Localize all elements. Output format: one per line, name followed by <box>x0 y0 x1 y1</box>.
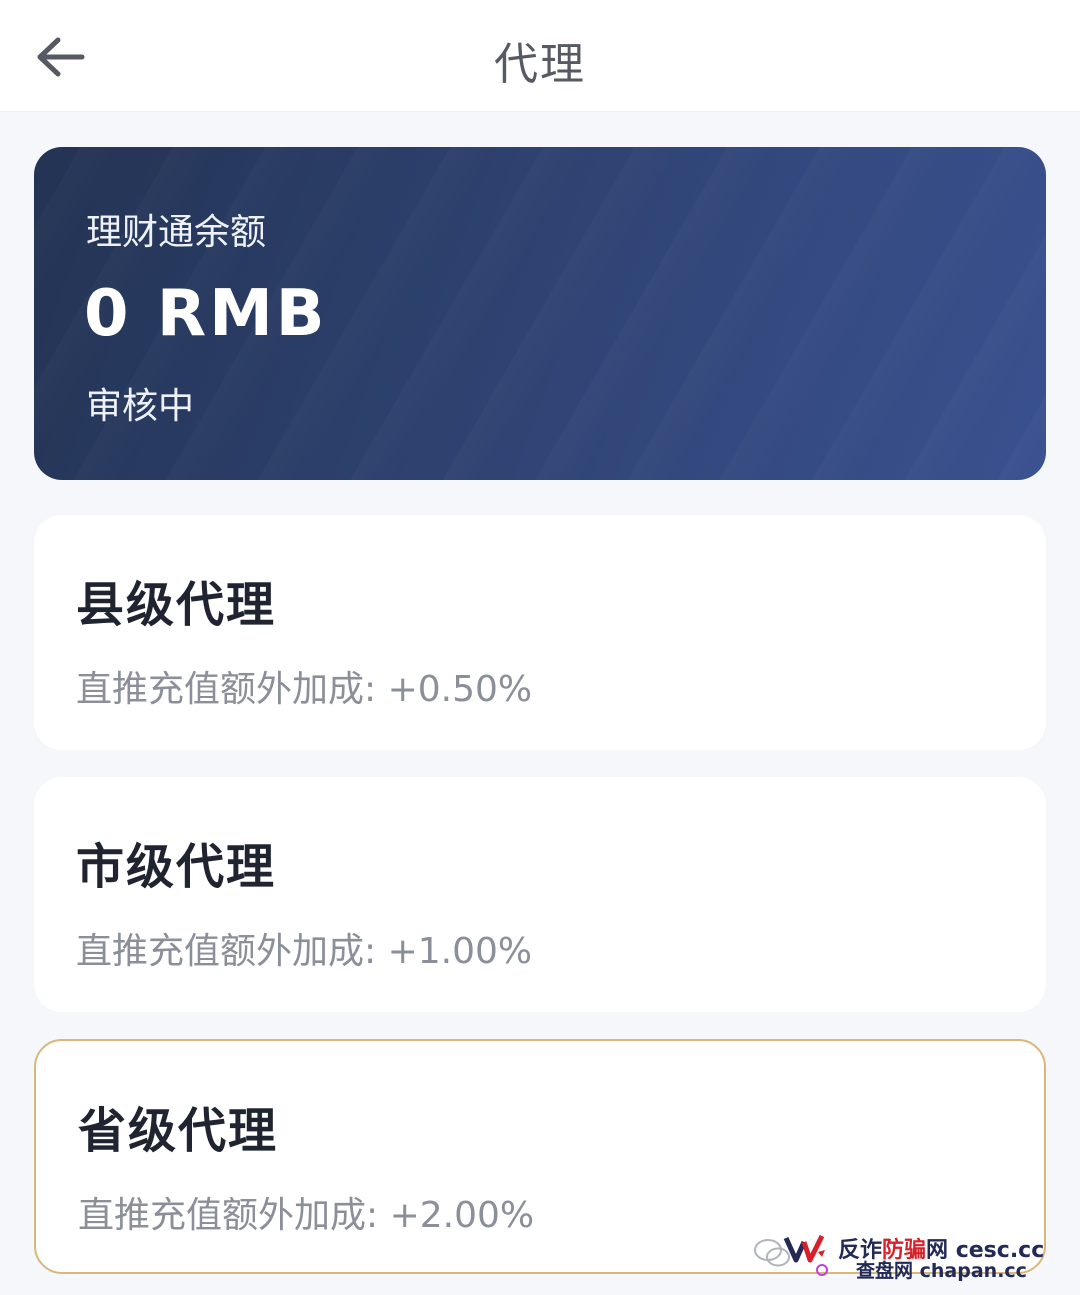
tier-bonus: 直推充值额外加成: +2.00% <box>78 1195 535 1236</box>
balance-label: 理财通余额 <box>86 212 267 253</box>
top-bar: 代理 <box>0 0 1080 112</box>
balance-card: 理财通余额 0 RMB 审核中 <box>34 147 1046 480</box>
page-title: 代理 <box>494 39 586 90</box>
tier-name: 县级代理 <box>76 577 277 633</box>
watermark: 反诈防骗网 cesc.cc 查盘网 chapan.cc <box>752 1230 1052 1282</box>
watermark-line-2: 查盘网 chapan.cc <box>856 1260 1027 1282</box>
balance-amount: 0 RMB <box>84 277 328 351</box>
tier-bonus: 直推充值额外加成: +1.00% <box>76 931 533 972</box>
tier-card-city[interactable]: 市级代理 直推充值额外加成: +1.00% <box>34 777 1046 1012</box>
tier-name: 省级代理 <box>78 1103 279 1159</box>
tier-name: 市级代理 <box>76 839 277 895</box>
wechat-icon <box>754 1234 828 1276</box>
tier-bonus: 直推充值额外加成: +0.50% <box>76 669 533 710</box>
tier-card-county[interactable]: 县级代理 直推充值额外加成: +0.50% <box>34 515 1046 750</box>
balance-status: 审核中 <box>86 386 195 427</box>
